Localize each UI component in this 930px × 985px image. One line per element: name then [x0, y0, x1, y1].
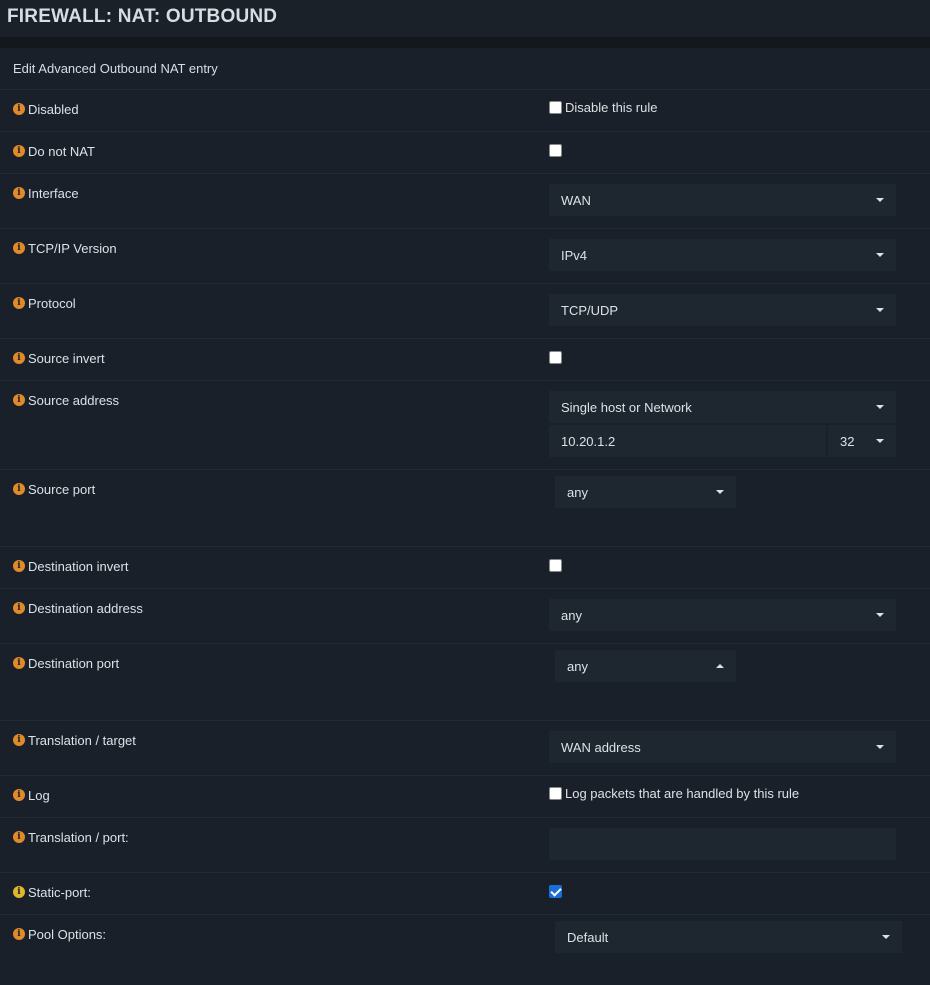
info-icon[interactable]: i: [13, 928, 25, 940]
tcpip-version-select[interactable]: IPv4: [549, 239, 896, 271]
chevron-down-icon: [876, 613, 884, 617]
page-title: FIREWALL: NAT: OUTBOUND: [7, 6, 278, 27]
chevron-down-icon: [882, 935, 890, 939]
label: TCP/IP Version: [28, 241, 117, 256]
select-value: TCP/UDP: [561, 302, 619, 318]
info-icon[interactable]: i: [13, 886, 25, 898]
label: Source port: [28, 482, 96, 497]
panel-title: Edit Advanced Outbound NAT entry: [0, 48, 930, 90]
divider: [0, 38, 930, 48]
checkbox-label: Log packets that are handled by this rul…: [565, 786, 800, 801]
chevron-down-icon: [716, 490, 724, 494]
select-value: any: [567, 658, 588, 674]
label: Source address: [28, 393, 120, 408]
row-destination-address: i Destination address any: [0, 589, 930, 644]
nat-form: Edit Advanced Outbound NAT entry i Disabl…: [0, 48, 930, 985]
info-icon[interactable]: i: [13, 352, 25, 364]
label: Disabled: [28, 102, 79, 117]
static-port-checkbox[interactable]: [549, 885, 562, 899]
info-icon[interactable]: i: [13, 602, 25, 614]
translation-port-input[interactable]: [549, 828, 896, 860]
info-icon[interactable]: i: [13, 394, 25, 406]
chevron-down-icon: [876, 405, 884, 409]
row-static-port: i Static-port:: [0, 873, 930, 915]
label: Do not NAT: [28, 144, 95, 159]
chevron-down-icon: [876, 253, 884, 257]
row-disabled: i Disabled Disable this rule: [0, 90, 930, 132]
label: Translation / target: [28, 733, 136, 748]
label: Translation / port:: [28, 830, 129, 845]
pool-options-select[interactable]: Default: [555, 921, 902, 953]
select-value: 32: [840, 433, 855, 449]
protocol-select[interactable]: TCP/UDP: [549, 294, 896, 326]
chevron-down-icon: [876, 439, 884, 443]
label: Source invert: [28, 351, 105, 366]
checkbox-label: Disable this rule: [565, 100, 658, 115]
disable-rule-checkbox[interactable]: Disable this rule: [549, 100, 930, 115]
info-icon[interactable]: i: [13, 145, 25, 157]
translation-target-select[interactable]: WAN address: [549, 731, 896, 763]
row-source-invert: i Source invert: [0, 339, 930, 381]
chevron-up-icon: [716, 664, 724, 668]
row-pool-options: i Pool Options: Default: [0, 915, 930, 985]
select-value: WAN address: [561, 739, 641, 755]
source-invert-checkbox[interactable]: [549, 351, 562, 365]
select-value: any: [561, 607, 582, 623]
info-icon[interactable]: i: [13, 187, 25, 199]
checkbox[interactable]: [549, 787, 562, 800]
label: Destination invert: [28, 559, 129, 574]
row-protocol: i Protocol TCP/UDP: [0, 284, 930, 339]
label: Log: [28, 788, 50, 803]
label: Static-port:: [28, 885, 91, 900]
destination-address-select[interactable]: any: [549, 599, 896, 631]
chevron-down-icon: [876, 308, 884, 312]
source-port-select[interactable]: any: [555, 476, 736, 508]
info-icon[interactable]: i: [13, 560, 25, 572]
info-icon[interactable]: i: [13, 242, 25, 254]
do-not-nat-checkbox[interactable]: [549, 144, 562, 158]
row-destination-port: i Destination port any: [0, 644, 930, 721]
page-header: FIREWALL: NAT: OUTBOUND: [0, 0, 930, 38]
source-mask-select[interactable]: 32: [828, 425, 896, 457]
source-type-select[interactable]: Single host or Network: [549, 391, 896, 423]
select-value: Default: [567, 929, 609, 945]
label: Pool Options:: [28, 927, 107, 942]
interface-select[interactable]: WAN: [549, 184, 896, 216]
source-address-input[interactable]: 10.20.1.2: [549, 425, 826, 457]
label: Interface: [28, 186, 79, 201]
select-value: Single host or Network: [561, 399, 692, 415]
label: Protocol: [28, 296, 76, 311]
row-tcpip-version: i TCP/IP Version IPv4: [0, 229, 930, 284]
row-do-not-nat: i Do not NAT: [0, 132, 930, 174]
destination-port-select[interactable]: any: [555, 650, 736, 682]
label: Destination port: [28, 656, 120, 671]
row-source-port: i Source port any: [0, 470, 930, 547]
info-icon[interactable]: i: [13, 734, 25, 746]
info-icon[interactable]: i: [13, 297, 25, 309]
row-interface: i Interface WAN: [0, 174, 930, 229]
info-icon[interactable]: i: [13, 789, 25, 801]
select-value: any: [567, 484, 588, 500]
row-translation-port: i Translation / port:: [0, 818, 930, 873]
row-source-address: i Source address Single host or Network 1…: [0, 381, 930, 470]
row-destination-invert: i Destination invert: [0, 547, 930, 589]
label: Destination address: [28, 601, 143, 616]
row-translation-target: i Translation / target WAN address: [0, 721, 930, 776]
destination-invert-checkbox[interactable]: [549, 559, 562, 573]
row-log: i Log Log packets that are handled by thi…: [0, 776, 930, 818]
info-icon[interactable]: i: [13, 103, 25, 115]
chevron-down-icon: [876, 745, 884, 749]
chevron-down-icon: [876, 198, 884, 202]
info-icon[interactable]: i: [13, 657, 25, 669]
checkbox[interactable]: [549, 101, 562, 114]
select-value: IPv4: [561, 247, 588, 263]
log-checkbox[interactable]: Log packets that are handled by this rul…: [549, 786, 930, 801]
info-icon[interactable]: i: [13, 831, 25, 843]
select-value: WAN: [561, 192, 591, 208]
info-icon[interactable]: i: [13, 483, 25, 495]
